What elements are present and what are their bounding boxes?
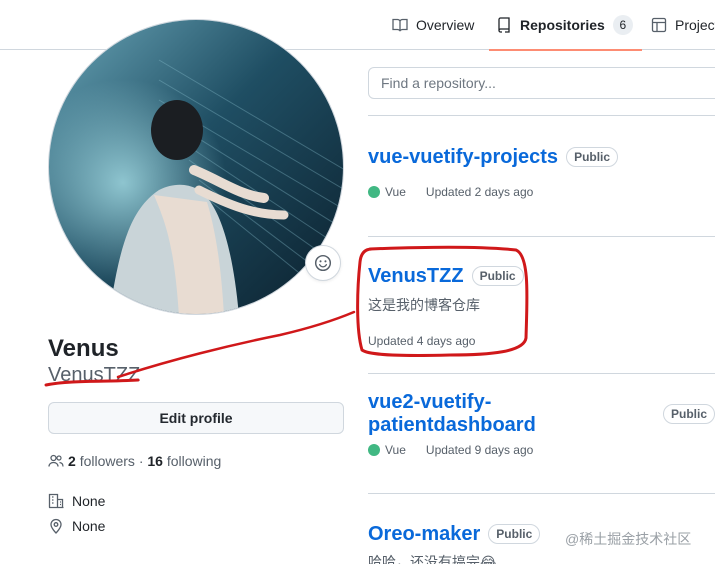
visibility-badge: Public: [488, 524, 541, 544]
repo-meta: Vue Updated 9 days ago: [368, 442, 533, 458]
repo-meta: Vue Updated 2 days ago: [368, 184, 533, 200]
followers-count: 2: [68, 453, 76, 469]
profile-full-name: Venus: [48, 335, 119, 362]
following-label: following: [166, 453, 222, 469]
organization-value: None: [72, 493, 106, 509]
tab-repositories[interactable]: Repositories 6: [489, 0, 642, 51]
repo-divider: [368, 493, 715, 494]
repo-updated: Updated 4 days ago: [368, 334, 476, 348]
location-value: None: [72, 518, 106, 534]
repo-language: Vue: [385, 443, 406, 457]
avatar-image: [49, 20, 343, 314]
following-count: 16: [147, 453, 163, 469]
language-color-dot: [368, 186, 380, 198]
organization-icon: [48, 493, 64, 509]
tab-repositories-label: Repositories: [520, 17, 605, 33]
set-status-button[interactable]: [305, 245, 341, 281]
repo-link[interactable]: vue-vuetify-projects: [368, 146, 558, 169]
repo-icon: [498, 17, 510, 33]
repo-language: Vue: [385, 185, 406, 199]
repo-description: 这是我的博客仓库: [368, 297, 480, 313]
language-color-dot: [368, 444, 380, 456]
profile-tab-nav: Overview Repositories 6 Projects: [0, 0, 715, 51]
visibility-badge: Public: [662, 404, 715, 424]
repo-item: vue-vuetify-projects Public: [368, 145, 619, 169]
repo-item: vue2-vuetify-patientdashboard Public: [368, 391, 715, 436]
profile-username: VenusTZZ: [48, 364, 141, 386]
tab-projects-label: Projects: [675, 17, 715, 33]
profile-location: None: [48, 517, 105, 535]
repo-updated: Updated 9 days ago: [425, 443, 534, 457]
repo-divider: [368, 373, 715, 374]
visibility-badge: Public: [566, 147, 619, 167]
followers-label: followers: [79, 453, 135, 469]
book-icon: [392, 18, 408, 32]
repo-updated: Updated 2 days ago: [425, 185, 534, 199]
repo-divider: [368, 236, 715, 237]
follow-separator: ·: [138, 453, 144, 469]
repo-list-divider: [368, 115, 715, 116]
profile-organization: None: [48, 492, 105, 510]
tab-overview-label: Overview: [416, 17, 475, 33]
edit-profile-button[interactable]: Edit profile: [48, 402, 344, 434]
repo-item: VenusTZZ Public: [368, 264, 524, 288]
tab-overview[interactable]: Overview: [392, 0, 474, 50]
tab-projects[interactable]: Projects: [651, 0, 715, 50]
smiley-icon: [314, 254, 332, 272]
repo-link[interactable]: Oreo-maker: [368, 523, 480, 546]
visibility-badge: Public: [471, 266, 524, 286]
repo-meta: Updated 4 days ago: [368, 333, 475, 349]
find-repository-input[interactable]: [368, 67, 715, 99]
repo-item: Oreo-maker Public: [368, 522, 541, 546]
location-icon: [50, 518, 62, 534]
avatar[interactable]: [48, 19, 344, 315]
repo-link[interactable]: vue2-vuetify-patientdashboard: [368, 391, 655, 437]
repo-link[interactable]: VenusTZZ: [368, 265, 464, 288]
repo-description: 哈哈，还没有搞完😂: [368, 554, 497, 564]
follow-stats: 2 followers · 16 following: [48, 452, 221, 470]
people-icon: [48, 454, 64, 467]
watermark: @稀土掘金技术社区: [565, 531, 692, 547]
following-link[interactable]: 16 following: [147, 453, 221, 469]
table-icon: [651, 17, 667, 33]
repo-count-badge: 6: [612, 15, 633, 35]
followers-link[interactable]: 2 followers: [68, 453, 135, 469]
